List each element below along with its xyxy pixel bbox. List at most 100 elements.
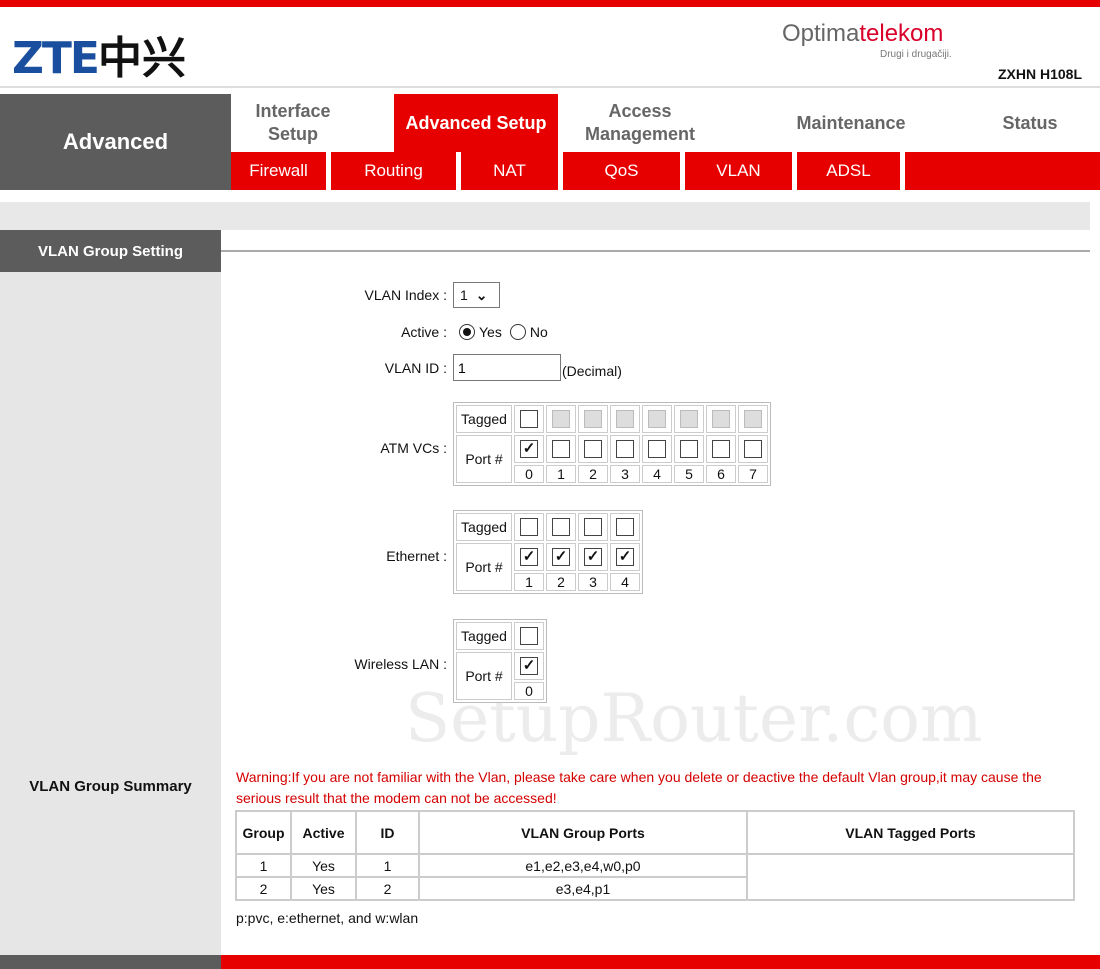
tagged-label: Tagged	[456, 405, 512, 433]
vlan-index-label: VLAN Index :	[364, 287, 448, 303]
cell: 1	[235, 853, 292, 878]
cell: 2	[235, 876, 292, 901]
cell: 2	[355, 876, 420, 901]
tab-status[interactable]: Status	[985, 94, 1075, 152]
subtab-vlan[interactable]: VLAN	[685, 152, 797, 190]
port-number: 0	[514, 465, 544, 483]
tagged-checkbox[interactable]	[520, 627, 538, 646]
no-label: No	[529, 324, 548, 340]
port-checkbox[interactable]: ✓	[616, 548, 634, 567]
port-checkbox[interactable]: ✓	[520, 440, 538, 459]
cell: e3,e4,p1	[418, 876, 748, 901]
active-label: Active :	[401, 324, 447, 340]
tagged-label: Tagged	[456, 513, 512, 541]
col-group: Group	[235, 810, 292, 855]
sidebar-section-title: VLAN Group Setting	[0, 230, 221, 272]
active-no-radio[interactable]	[509, 324, 526, 340]
port-label: Port #	[456, 543, 512, 591]
port-number: 7	[738, 465, 768, 483]
port-checkbox[interactable]	[712, 440, 730, 459]
section-title: Advanced	[0, 94, 231, 190]
tagged-checkbox	[712, 410, 730, 429]
port-number: 2	[578, 465, 608, 483]
vlan-index-select[interactable]: 1 ⌄	[453, 282, 500, 308]
port-checkbox[interactable]: ✓	[584, 548, 602, 567]
port-number: 6	[706, 465, 736, 483]
port-checkbox[interactable]: ✓	[520, 548, 538, 567]
subtab-nat[interactable]: NAT	[461, 152, 563, 190]
port-number: 4	[642, 465, 672, 483]
port-number: 5	[674, 465, 704, 483]
cell: Yes	[290, 853, 357, 878]
active-yes-radio[interactable]	[459, 324, 475, 340]
cell: e1,e2,e3,e4,w0,p0	[418, 853, 748, 878]
zte-logo: ZTE中兴	[12, 33, 186, 84]
wlan-port-table: Tagged Port # ✓ 0	[453, 619, 547, 703]
subtab-firewall[interactable]: Firewall	[231, 152, 331, 190]
col-tagged-ports: VLAN Tagged Ports	[746, 810, 1075, 855]
col-group-ports: VLAN Group Ports	[418, 810, 748, 855]
isp-tagline: Drugi i drugačiji.	[880, 49, 952, 60]
tab-advanced-setup[interactable]: Advanced Setup	[394, 94, 558, 152]
tab-interface-setup[interactable]: Interface Setup	[232, 94, 354, 152]
port-checkbox[interactable]	[648, 440, 666, 459]
tagged-checkbox	[648, 410, 666, 429]
port-checkbox[interactable]	[584, 440, 602, 459]
divider	[221, 250, 1090, 252]
tagged-checkbox	[616, 410, 634, 429]
tagged-checkbox	[744, 410, 762, 429]
tagged-checkbox[interactable]	[520, 410, 538, 429]
port-number: 4	[610, 573, 640, 591]
vlan-id-label: VLAN ID :	[384, 360, 447, 376]
wlan-label: Wireless LAN :	[354, 656, 447, 672]
decimal-hint: (Decimal)	[562, 363, 622, 379]
subtab-qos[interactable]: QoS	[563, 152, 685, 190]
tagged-checkbox[interactable]	[520, 518, 538, 537]
footer-bar	[221, 955, 1100, 969]
port-number: 0	[514, 682, 544, 700]
subtab-adsl[interactable]: ADSL	[797, 152, 905, 190]
port-number: 3	[610, 465, 640, 483]
port-checkbox[interactable]: ✓	[520, 657, 538, 676]
summary-title: VLAN Group Summary	[29, 778, 192, 795]
table-row: 1 Yes 1 e1,e2,e3,e4,w0,p0	[235, 853, 1075, 901]
tagged-checkbox[interactable]	[616, 518, 634, 537]
port-label: Port #	[456, 435, 512, 483]
model-name: ZXHN H108L	[998, 66, 1083, 82]
port-checkbox[interactable]	[744, 440, 762, 459]
tagged-checkbox	[680, 410, 698, 429]
ethernet-port-table: Tagged Port # ✓ ✓ ✓ ✓ 1 2 3 4	[453, 510, 643, 594]
footer-left	[0, 955, 221, 969]
tagged-checkbox[interactable]	[552, 518, 570, 537]
spacer-bar	[0, 202, 1090, 230]
vlan-id-input[interactable]	[453, 354, 561, 381]
tagged-checkbox	[584, 410, 602, 429]
port-checkbox[interactable]	[680, 440, 698, 459]
port-label: Port #	[456, 652, 512, 700]
tagged-checkbox[interactable]	[584, 518, 602, 537]
col-active: Active	[290, 810, 357, 855]
table-header: Group Active ID VLAN Group Ports VLAN Ta…	[235, 810, 1075, 855]
cell: Yes	[290, 876, 357, 901]
vlan-index-value: 1	[460, 287, 468, 303]
atm-port-table: Tagged Port # ✓ 0 1 2 3 4 5 6 7	[453, 402, 771, 486]
yes-label: Yes	[479, 324, 502, 340]
isp-logo: Optimatelekom	[782, 20, 944, 47]
top-bar	[0, 0, 1100, 7]
subtab-routing[interactable]: Routing	[331, 152, 461, 190]
port-number: 1	[514, 573, 544, 591]
port-number: 1	[546, 465, 576, 483]
tab-maintenance[interactable]: Maintenance	[780, 94, 922, 152]
cell	[746, 853, 1075, 901]
tab-access-management[interactable]: Access Management	[570, 94, 710, 152]
summary-table: Group Active ID VLAN Group Ports VLAN Ta…	[235, 810, 1075, 901]
tagged-checkbox	[552, 410, 570, 429]
port-checkbox[interactable]	[616, 440, 634, 459]
ethernet-label: Ethernet :	[386, 548, 447, 564]
port-checkbox[interactable]	[552, 440, 570, 459]
legend-text: p:pvc, e:ethernet, and w:wlan	[236, 910, 419, 926]
cell: 1	[355, 853, 420, 878]
port-checkbox[interactable]: ✓	[552, 548, 570, 567]
chevron-down-icon: ⌄	[475, 286, 488, 303]
port-number: 2	[546, 573, 576, 591]
